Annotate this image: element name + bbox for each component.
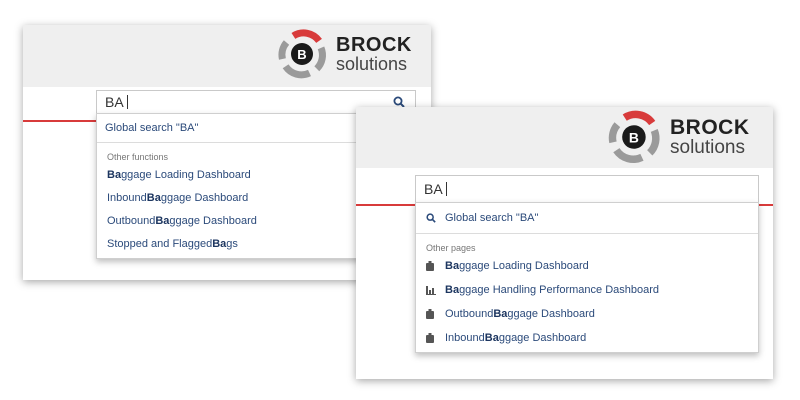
brock-logo-icon: B [278,29,326,79]
logo-letter: B [629,129,639,145]
search-query-text: BA [105,94,124,110]
search-input[interactable]: BA [415,175,759,203]
search-icon [426,213,436,223]
suggestion-baggage-handling-performance[interactable]: Ba ggage Handling Performance Dashboard [416,278,758,302]
logo-sub-text: solutions [336,54,408,74]
global-search-label: Global search "BA" [445,212,539,224]
brock-logo-icon: B [608,110,660,163]
text-caret [126,95,128,109]
search-query-text: BA [424,181,443,197]
brand-logo[interactable]: B BROCK solutions [274,28,412,80]
global-search-option[interactable]: Global search "BA" [416,203,758,233]
search-value: BA [416,181,758,197]
search-suggestions-dropdown: Global search "BA" Other pages Ba ggage L… [415,202,759,353]
dashboard-icon [426,261,434,271]
logo-sub-text: solutions [670,137,745,158]
dashboard-icon [426,333,434,343]
logo-brand-text: BROCK [336,34,412,56]
search-icon-wrap [426,213,438,223]
search-value: BA [97,94,389,110]
logo-wordmark: BROCK solutions [336,35,412,73]
dashboard-icon [426,309,434,319]
suggestion-outbound-baggage[interactable]: Outbound Ba ggage Dashboard [416,302,758,326]
logo-wordmark: BROCK solutions [670,117,750,157]
logo-letter: B [297,47,306,62]
brand-logo[interactable]: B BROCK solutions [604,109,750,165]
suggestion-baggage-loading[interactable]: Ba ggage Loading Dashboard [416,254,758,278]
right-app-window: B BROCK solutions BA Global search "BA" … [356,107,773,379]
section-label: Other pages [426,243,476,253]
suggestion-inbound-baggage[interactable]: Inbound Ba ggage Dashboard [416,326,758,350]
logo-brand-text: BROCK [670,116,750,139]
text-caret [445,182,447,196]
global-search-label: Global search "BA" [105,122,199,134]
bar-chart-icon [426,285,436,295]
